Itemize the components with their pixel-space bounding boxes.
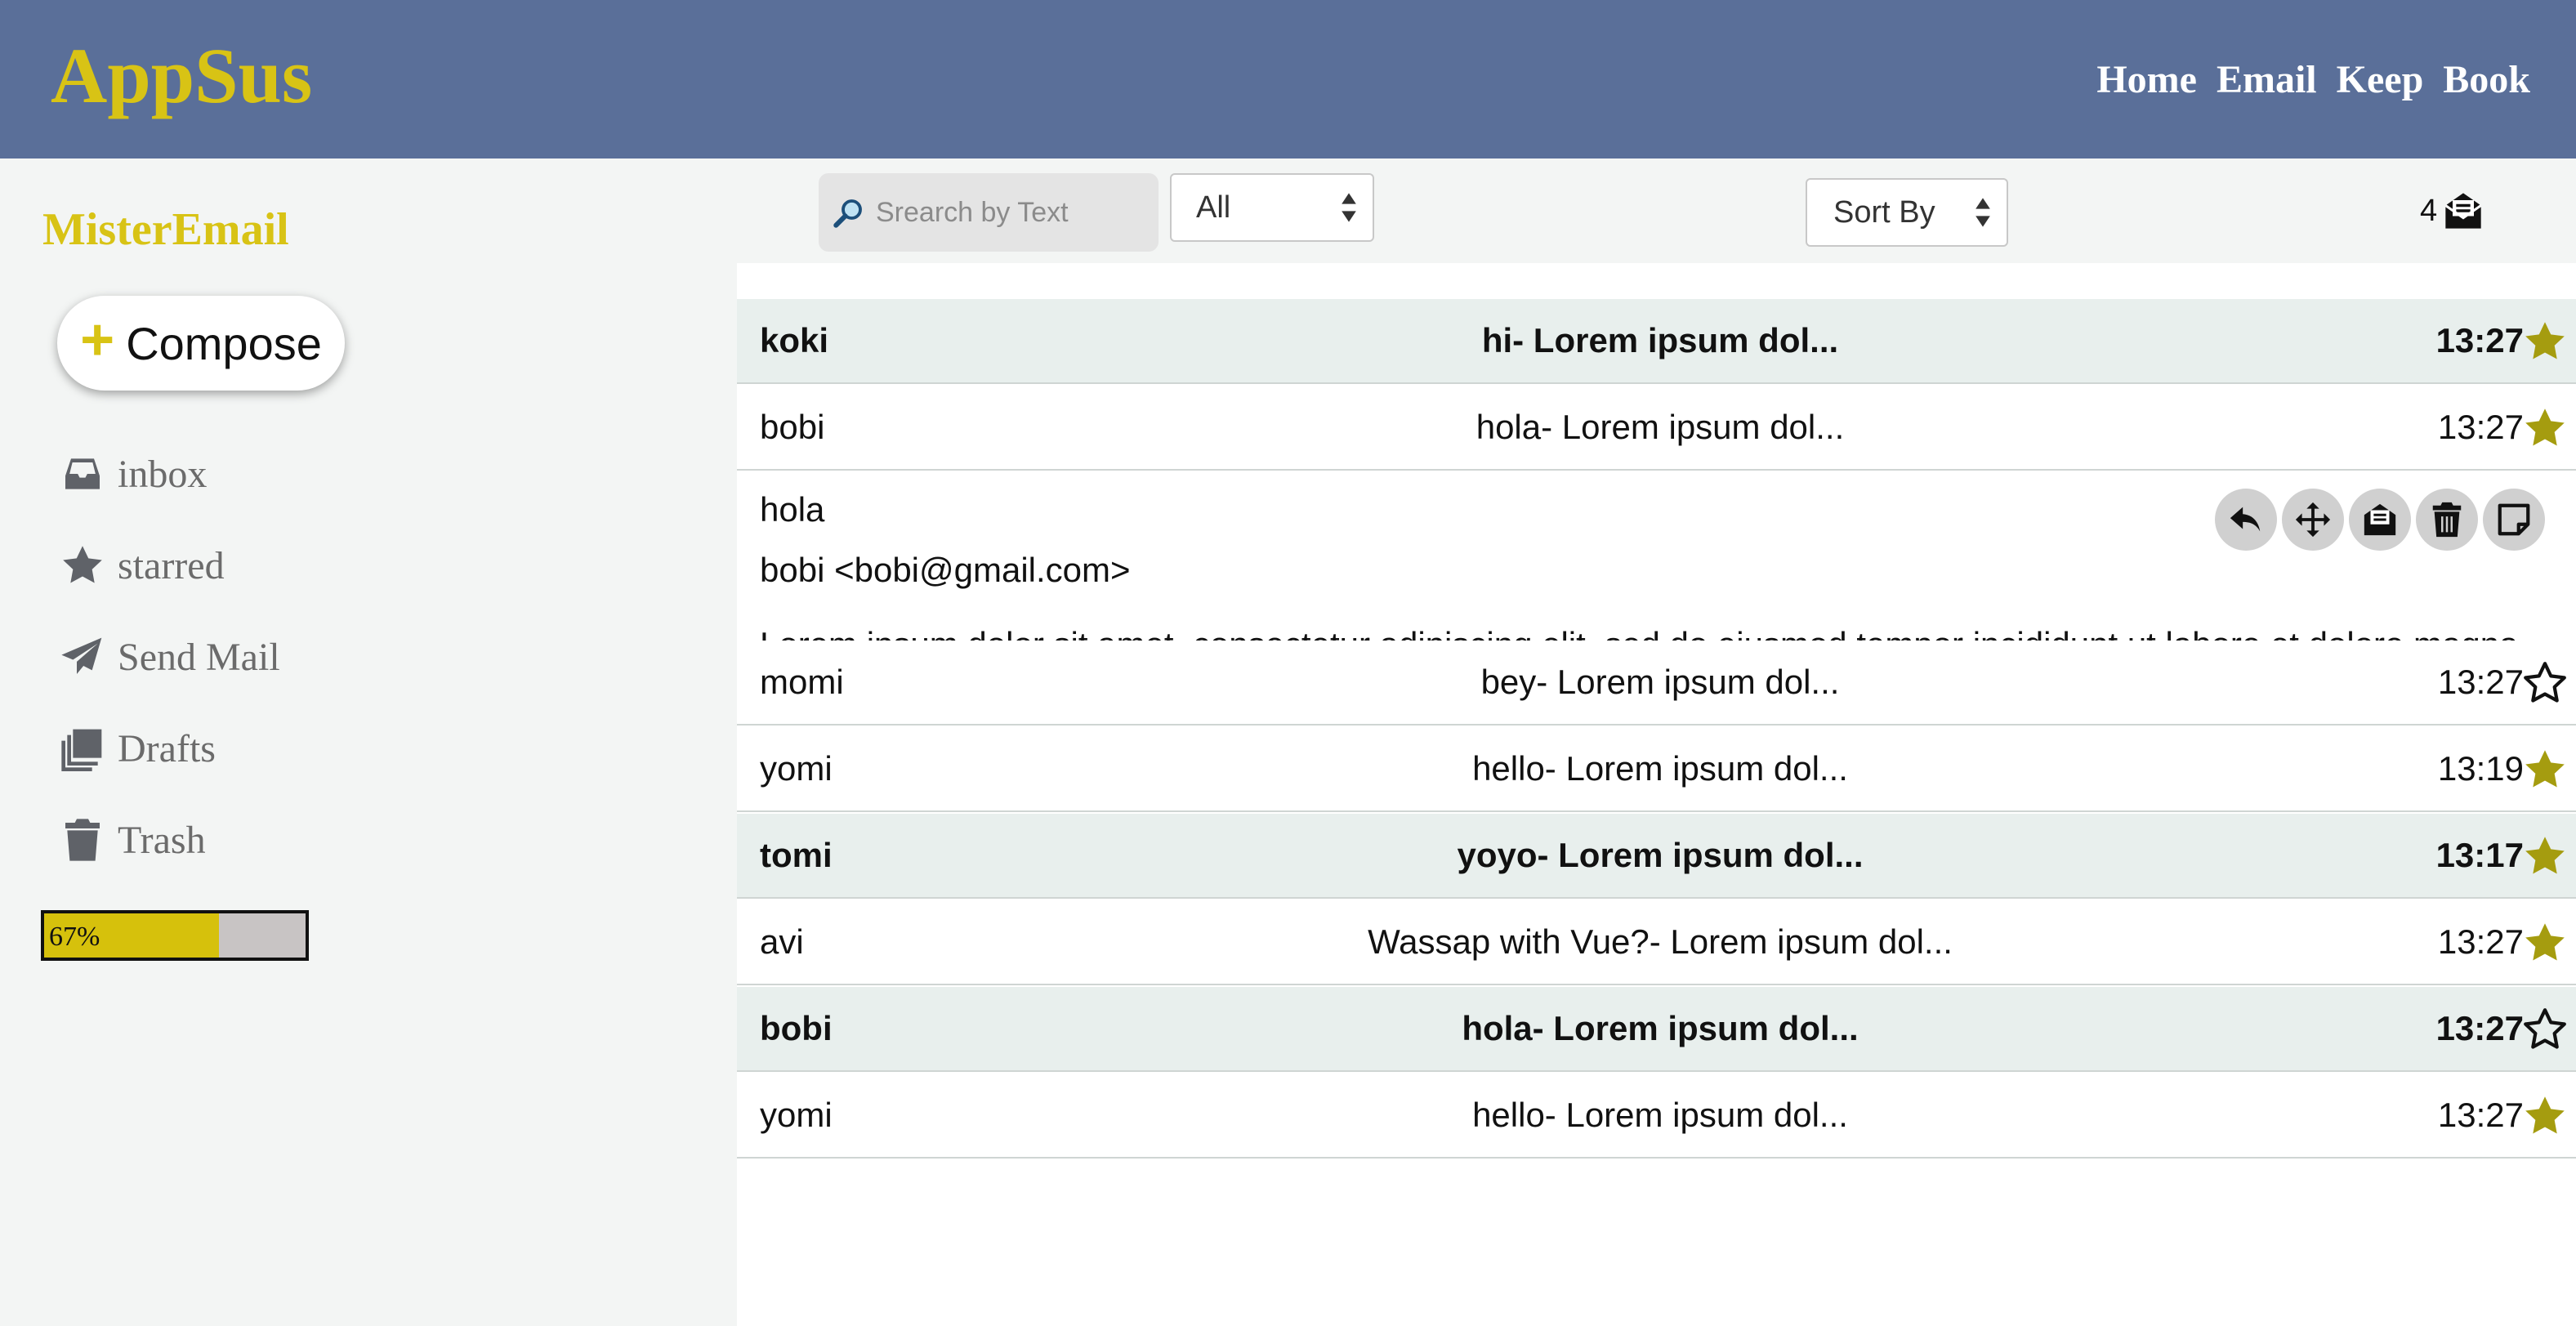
email-row[interactable]: Wassap with Vue?- Lorem ipsum dol... avi 1… bbox=[737, 900, 2576, 985]
star-outline-icon[interactable] bbox=[2522, 1007, 2568, 1052]
select-arrows-icon bbox=[1340, 191, 1356, 232]
email-row[interactable]: hello- Lorem ipsum dol... yomi 13:19 bbox=[737, 727, 2576, 812]
email-from: yomi bbox=[760, 749, 833, 788]
email-subject-preview: bey- Lorem ipsum dol... bbox=[1480, 663, 1840, 701]
email-time: 13:27 bbox=[2437, 922, 2524, 961]
reply-button[interactable] bbox=[2215, 489, 2277, 551]
email-from: momi bbox=[760, 663, 844, 701]
email-from: bobi bbox=[760, 1009, 833, 1047]
email-row[interactable]: bey- Lorem ipsum dol... momi 13:27 bbox=[737, 641, 2576, 726]
progress-label: 67% bbox=[49, 922, 100, 952]
email-time: 13:27 bbox=[2435, 1009, 2524, 1047]
search-box bbox=[819, 173, 1159, 252]
mark-read-button[interactable] bbox=[2349, 489, 2411, 551]
email-subject-preview: hello- Lorem ipsum dol... bbox=[1472, 1096, 1848, 1134]
filter-select[interactable]: All bbox=[1170, 173, 1374, 242]
email-subject-preview: hello- Lorem ipsum dol... bbox=[1472, 749, 1848, 788]
filter-value: All bbox=[1196, 190, 1231, 225]
email-time: 13:27 bbox=[2437, 408, 2524, 446]
storage-progress-bar: 67% bbox=[41, 910, 309, 961]
email-row[interactable]: hi- Lorem ipsum dol... koki 13:27 bbox=[737, 299, 2576, 384]
email-subject-preview: hola- Lorem ipsum dol... bbox=[1462, 1009, 1859, 1047]
email-from: tomi bbox=[760, 836, 833, 874]
email-time: 13:19 bbox=[2437, 749, 2524, 788]
folder-trash[interactable]: Trash bbox=[59, 794, 280, 886]
email-from: yomi bbox=[760, 1096, 833, 1134]
email-time: 13:17 bbox=[2435, 836, 2524, 874]
folder-label: Drafts bbox=[118, 726, 216, 770]
email-from: avi bbox=[760, 922, 804, 961]
email-list: hola bobi <bobi@gmail.com> Lorem ipsum d… bbox=[737, 263, 2576, 1326]
email-row[interactable]: yoyo- Lorem ipsum dol... tomi 13:17 bbox=[737, 814, 2576, 899]
email-subject-preview: yoyo- Lorem ipsum dol... bbox=[1457, 836, 1864, 874]
search-icon bbox=[833, 199, 862, 228]
move-icon bbox=[2295, 502, 2331, 538]
move-button[interactable] bbox=[2282, 489, 2344, 551]
star-filled-icon[interactable] bbox=[2522, 833, 2568, 879]
email-actions bbox=[2215, 489, 2545, 551]
email-time: 13:27 bbox=[2437, 1096, 2524, 1134]
star-filled-icon[interactable] bbox=[2522, 319, 2568, 364]
email-time: 13:27 bbox=[2435, 321, 2524, 359]
folder-label: inbox bbox=[118, 452, 208, 496]
star-icon bbox=[63, 546, 102, 583]
email-from: koki bbox=[760, 321, 829, 359]
folder-inbox[interactable]: inbox bbox=[59, 428, 280, 520]
note-icon bbox=[2498, 503, 2530, 536]
main-nav: Home Email Keep Book bbox=[2096, 52, 2530, 108]
compose-button[interactable]: + Compose bbox=[57, 296, 345, 391]
paper-plane-icon bbox=[61, 637, 102, 674]
unread-count: 4 bbox=[2420, 193, 2438, 228]
email-subject-preview: Wassap with Vue?- Lorem ipsum dol... bbox=[1368, 922, 1953, 961]
email-subject-preview: hi- Lorem ipsum dol... bbox=[1481, 321, 1839, 359]
folder-list: inbox starred Send Mail Drafts Trash bbox=[59, 428, 280, 886]
select-arrows-icon bbox=[1974, 196, 1990, 237]
folder-label: Send Mail bbox=[118, 635, 280, 679]
trash-icon bbox=[65, 819, 100, 861]
email-time: 13:27 bbox=[2437, 663, 2524, 701]
email-sender: bobi <bobi@gmail.com> bbox=[760, 551, 1131, 589]
inbox-icon bbox=[65, 458, 100, 489]
folder-label: Trash bbox=[118, 818, 206, 862]
save-note-button[interactable] bbox=[2483, 489, 2545, 551]
plus-icon: + bbox=[80, 307, 115, 373]
search-input[interactable] bbox=[874, 195, 1147, 230]
sort-select[interactable]: Sort By bbox=[1806, 178, 2008, 247]
folder-starred[interactable]: starred bbox=[59, 520, 280, 611]
unread-counter: 4 bbox=[2420, 190, 2484, 232]
star-filled-icon[interactable] bbox=[2522, 747, 2568, 792]
reply-icon bbox=[2230, 507, 2261, 532]
sort-value: Sort By bbox=[1833, 194, 1935, 230]
nav-keep[interactable]: Keep bbox=[2337, 52, 2424, 108]
email-row[interactable]: hola- Lorem ipsum dol... bobi 13:27 bbox=[737, 987, 2576, 1072]
folder-send-mail[interactable]: Send Mail bbox=[59, 611, 280, 703]
folder-drafts[interactable]: Drafts bbox=[59, 703, 280, 794]
delete-button[interactable] bbox=[2416, 489, 2478, 551]
star-filled-icon[interactable] bbox=[2522, 920, 2568, 966]
trash-icon bbox=[2432, 502, 2462, 538]
nav-home[interactable]: Home bbox=[2096, 52, 2197, 108]
email-subject: hola bbox=[760, 490, 825, 529]
drafts-icon bbox=[61, 729, 102, 771]
star-filled-icon[interactable] bbox=[2522, 405, 2568, 451]
envelope-open-icon bbox=[2444, 193, 2482, 229]
app-header: AppSus Home Email Keep Book bbox=[0, 0, 2576, 158]
mark-read-icon bbox=[2364, 503, 2396, 536]
compose-label: Compose bbox=[126, 317, 322, 369]
nav-book[interactable]: Book bbox=[2443, 52, 2530, 108]
email-row[interactable]: hello- Lorem ipsum dol... yomi 13:27 bbox=[737, 1074, 2576, 1159]
email-from: bobi bbox=[760, 408, 825, 446]
star-outline-icon[interactable] bbox=[2522, 660, 2568, 706]
email-row[interactable]: hola- Lorem ipsum dol... bobi 13:27 bbox=[737, 386, 2576, 471]
folder-label: starred bbox=[118, 543, 225, 587]
nav-email[interactable]: Email bbox=[2217, 52, 2317, 108]
app-logo[interactable]: AppSus bbox=[51, 31, 312, 121]
email-subject-preview: hola- Lorem ipsum dol... bbox=[1476, 408, 1845, 446]
star-filled-icon[interactable] bbox=[2522, 1093, 2568, 1139]
section-brand: MisterEmail bbox=[42, 204, 289, 255]
